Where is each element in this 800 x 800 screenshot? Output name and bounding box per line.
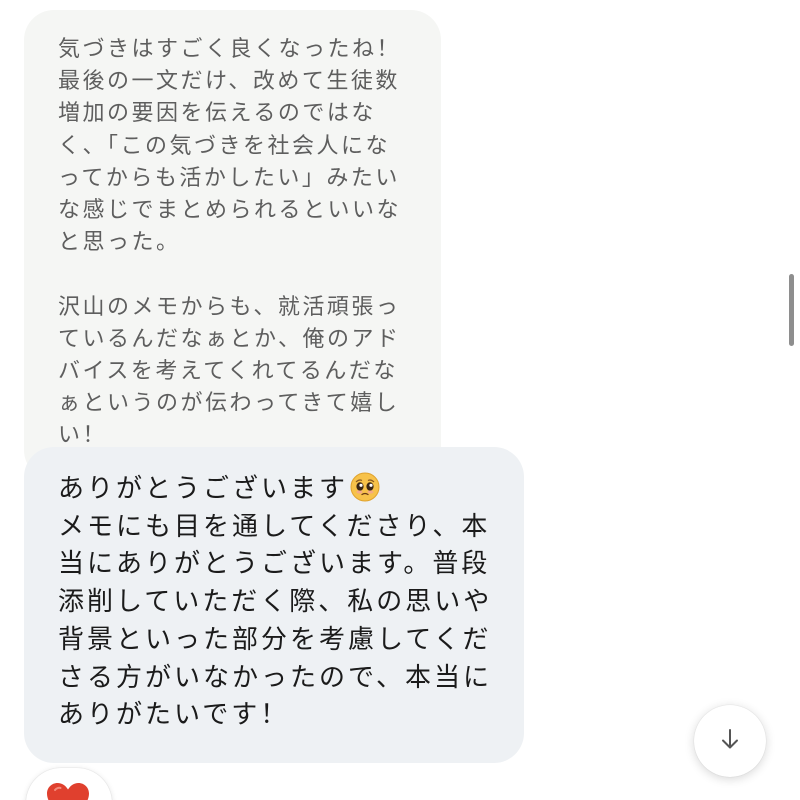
heart-icon [44,780,92,800]
arrow-down-icon [717,726,743,756]
pleading-face-icon [350,472,380,502]
reply-message-body: メモにも目を通してくださり、本 当にありがとうございます。普段 添削していただく… [58,511,493,731]
quoted-message-bubble[interactable]: 気づきはすごく良くなったね！ 最後の一文だけ、改めて生徒数 増加の要因を伝えるの… [24,10,441,480]
reply-message-bubble[interactable]: ありがとうございます メモにも目を通してくださり、本 当にありがとうございます。… [24,447,524,763]
scroll-indicator[interactable] [789,274,794,346]
quoted-message-text: 気づきはすごく良くなったね！ 最後の一文だけ、改めて生徒数 増加の要因を伝えるの… [58,37,402,449]
reaction-badge[interactable] [26,768,112,800]
reply-message-first-line: ありがとうございます [58,474,349,504]
scroll-to-bottom-button[interactable] [694,705,766,777]
chat-screen: 気づきはすごく良くなったね！ 最後の一文だけ、改めて生徒数 増加の要因を伝えるの… [0,0,800,800]
